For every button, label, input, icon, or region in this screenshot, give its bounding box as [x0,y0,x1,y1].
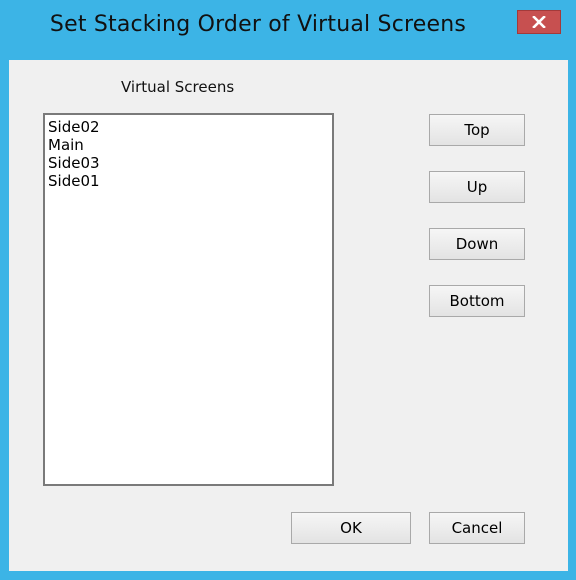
down-button[interactable]: Down [429,228,525,260]
list-item[interactable]: Side02 [48,118,329,136]
ok-button[interactable]: OK [291,512,411,544]
bottom-button[interactable]: Bottom [429,285,525,317]
top-button[interactable]: Top [429,114,525,146]
dialog-window: Set Stacking Order of Virtual Screens Vi… [0,0,576,580]
cancel-button[interactable]: Cancel [429,512,525,544]
virtual-screens-label: Virtual Screens [121,78,235,96]
list-item[interactable]: Side03 [48,154,329,172]
close-icon [532,16,546,28]
list-item[interactable]: Main [48,136,329,154]
list-item[interactable]: Side01 [48,172,329,190]
up-button[interactable]: Up [429,171,525,203]
window-title: Set Stacking Order of Virtual Screens [49,12,467,37]
virtual-screens-listbox[interactable]: Side02 Main Side03 Side01 [43,113,334,486]
title-bar[interactable]: Set Stacking Order of Virtual Screens [0,0,576,60]
dialog-client-area: Virtual Screens Side02 Main Side03 Side0… [9,60,568,571]
close-button[interactable] [517,10,561,34]
